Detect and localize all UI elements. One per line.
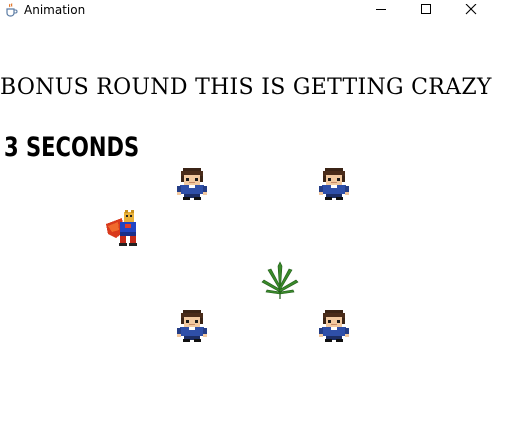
enemy-boy-top-right [319, 168, 349, 200]
plant-leaf-item [261, 261, 299, 299]
maximize-icon [421, 4, 431, 14]
close-icon [465, 4, 477, 15]
maximize-button[interactable] [403, 0, 449, 20]
player-hero-sprite [106, 210, 137, 246]
game-canvas[interactable]: BONUS ROUND THIS IS GETTING CRAZY 3 SECO… [0, 20, 517, 439]
close-button[interactable] [448, 0, 494, 20]
enemy-boy-bottom-left [177, 310, 207, 342]
window-title: Animation [24, 3, 86, 17]
enemy-boy-top-left [177, 168, 207, 200]
minimize-button[interactable] [358, 0, 404, 20]
bonus-round-banner: BONUS ROUND THIS IS GETTING CRAZY [0, 75, 492, 100]
java-app-icon [6, 3, 18, 17]
title-bar[interactable]: Animation [0, 0, 517, 20]
enemy-boy-bottom-right [319, 310, 349, 342]
timer-text: 3 SECONDS [4, 132, 140, 163]
minimize-icon [376, 9, 386, 10]
